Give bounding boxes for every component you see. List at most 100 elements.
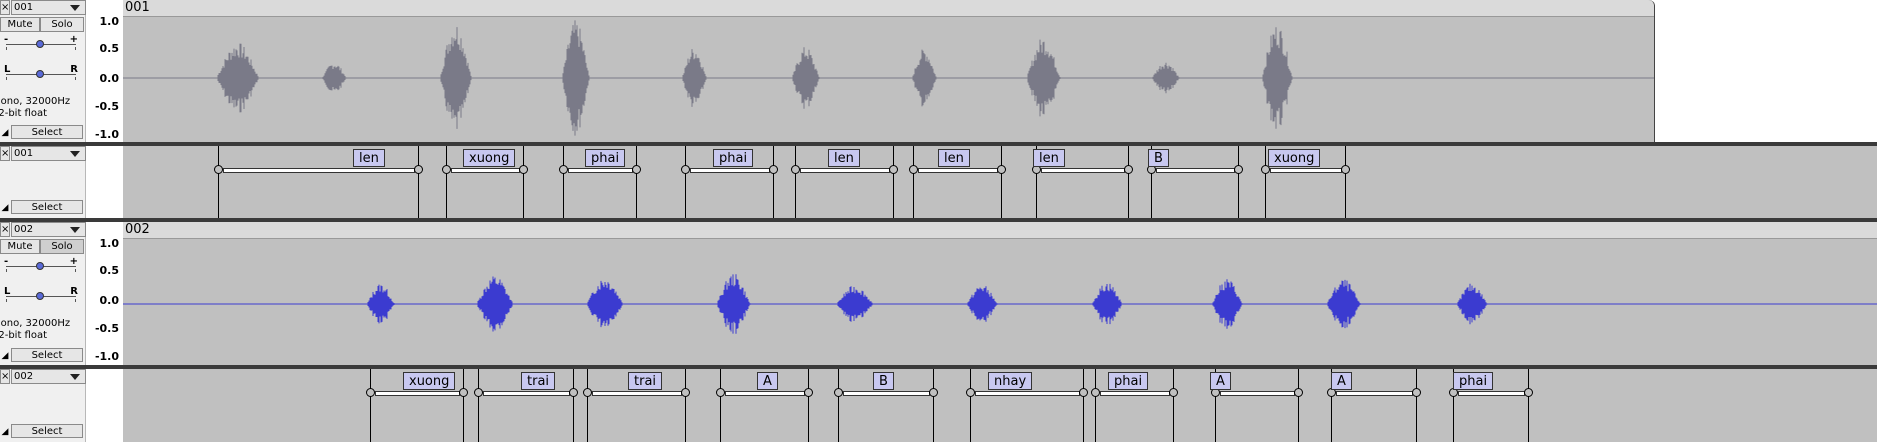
label-region[interactable]: [1156, 168, 1235, 173]
label-boundary[interactable]: [913, 146, 914, 218]
label-boundary[interactable]: [446, 146, 447, 218]
label-handle[interactable]: [474, 388, 483, 397]
label-boundary[interactable]: [1095, 369, 1096, 442]
label-handle[interactable]: [966, 388, 975, 397]
label-region[interactable]: [725, 391, 805, 396]
label-boundary[interactable]: [838, 369, 839, 442]
label-boundary[interactable]: [808, 369, 809, 442]
waveform-area[interactable]: 001: [123, 0, 1877, 142]
label-handle[interactable]: [1124, 165, 1133, 174]
label-boundary[interactable]: [636, 146, 637, 218]
label-boundary[interactable]: [1128, 146, 1129, 218]
label-boundary[interactable]: [773, 146, 774, 218]
label-text[interactable]: phai: [713, 149, 754, 167]
label-handle[interactable]: [569, 388, 578, 397]
collapse-icon[interactable]: ◢: [0, 201, 10, 215]
label-text[interactable]: B: [873, 372, 894, 390]
label-handle[interactable]: [929, 388, 938, 397]
label-handle[interactable]: [583, 388, 592, 397]
label-boundary[interactable]: [720, 369, 721, 442]
label-boundary[interactable]: [1416, 369, 1417, 442]
label-text[interactable]: A: [1331, 372, 1352, 390]
label-boundary[interactable]: [523, 146, 524, 218]
label-region[interactable]: [918, 168, 998, 173]
label-text[interactable]: xuong: [1268, 149, 1321, 167]
close-icon[interactable]: ×: [0, 146, 10, 161]
label-region[interactable]: [1336, 391, 1413, 396]
gain-knob[interactable]: [36, 262, 44, 270]
label-handle[interactable]: [1412, 388, 1421, 397]
solo-button[interactable]: Solo: [40, 17, 84, 32]
select-button[interactable]: Select: [11, 348, 83, 362]
label-area[interactable]: xuong trai trai A Bnhay phai A Aphai: [123, 369, 1877, 442]
label-handle[interactable]: [769, 165, 778, 174]
label-boundary[interactable]: [1173, 369, 1174, 442]
label-boundary[interactable]: [893, 146, 894, 218]
track-name-menu[interactable]: 002: [11, 222, 86, 237]
label-region[interactable]: [1458, 391, 1525, 396]
label-text[interactable]: B: [1148, 149, 1169, 167]
gain-knob[interactable]: [36, 40, 44, 48]
label-handle[interactable]: [1091, 388, 1100, 397]
label-boundary[interactable]: [933, 369, 934, 442]
label-text[interactable]: xuong: [403, 372, 456, 390]
gain-slider[interactable]: - +: [4, 256, 78, 272]
pan-slider[interactable]: L R: [4, 286, 78, 302]
collapse-icon[interactable]: ◢: [0, 349, 10, 363]
label-handle[interactable]: [791, 165, 800, 174]
label-region[interactable]: [1270, 168, 1342, 173]
label-region[interactable]: [483, 391, 570, 396]
label-handle[interactable]: [442, 165, 451, 174]
label-handle[interactable]: [214, 165, 223, 174]
label-text[interactable]: A: [757, 372, 778, 390]
label-handle[interactable]: [716, 388, 725, 397]
close-icon[interactable]: ×: [0, 369, 10, 384]
collapse-icon[interactable]: ◢: [0, 126, 10, 140]
label-handle[interactable]: [1524, 388, 1533, 397]
label-boundary[interactable]: [1265, 146, 1266, 218]
label-boundary[interactable]: [573, 369, 574, 442]
select-button[interactable]: Select: [11, 125, 83, 139]
label-boundary[interactable]: [418, 146, 419, 218]
label-region[interactable]: [843, 391, 930, 396]
label-handle[interactable]: [997, 165, 1006, 174]
label-boundary[interactable]: [563, 146, 564, 218]
waveform-area[interactable]: 002: [123, 222, 1877, 365]
label-handle[interactable]: [632, 165, 641, 174]
label-area[interactable]: len xuong phai phai len len len Bxuong: [123, 146, 1877, 218]
label-handle[interactable]: [1169, 388, 1178, 397]
label-boundary[interactable]: [1083, 369, 1084, 442]
label-handle[interactable]: [414, 165, 423, 174]
label-region[interactable]: [975, 391, 1080, 396]
label-boundary[interactable]: [478, 369, 479, 442]
label-handle[interactable]: [834, 388, 843, 397]
label-text[interactable]: nhay: [988, 372, 1033, 390]
label-region[interactable]: [1100, 391, 1170, 396]
label-text[interactable]: len: [353, 149, 385, 167]
label-boundary[interactable]: [685, 369, 686, 442]
label-handle[interactable]: [366, 388, 375, 397]
mute-button[interactable]: Mute: [0, 239, 40, 254]
track-name-menu[interactable]: 001: [11, 146, 86, 161]
select-button[interactable]: Select: [11, 424, 83, 438]
label-handle[interactable]: [519, 165, 528, 174]
label-boundary[interactable]: [587, 369, 588, 442]
label-text[interactable]: trai: [521, 372, 556, 390]
label-boundary[interactable]: [970, 369, 971, 442]
label-handle[interactable]: [909, 165, 918, 174]
label-boundary[interactable]: [1345, 146, 1346, 218]
pan-slider[interactable]: L R: [4, 64, 78, 80]
collapse-icon[interactable]: ◢: [0, 425, 10, 439]
label-boundary[interactable]: [370, 369, 371, 442]
label-handle[interactable]: [889, 165, 898, 174]
label-handle[interactable]: [681, 388, 690, 397]
label-text[interactable]: trai: [628, 372, 663, 390]
label-region[interactable]: [800, 168, 890, 173]
label-handle[interactable]: [1341, 165, 1350, 174]
label-region[interactable]: [375, 391, 460, 396]
pan-knob[interactable]: [36, 70, 44, 78]
label-boundary[interactable]: [685, 146, 686, 218]
label-text[interactable]: len: [1033, 149, 1065, 167]
label-text[interactable]: phai: [585, 149, 626, 167]
label-text[interactable]: xuong: [463, 149, 516, 167]
